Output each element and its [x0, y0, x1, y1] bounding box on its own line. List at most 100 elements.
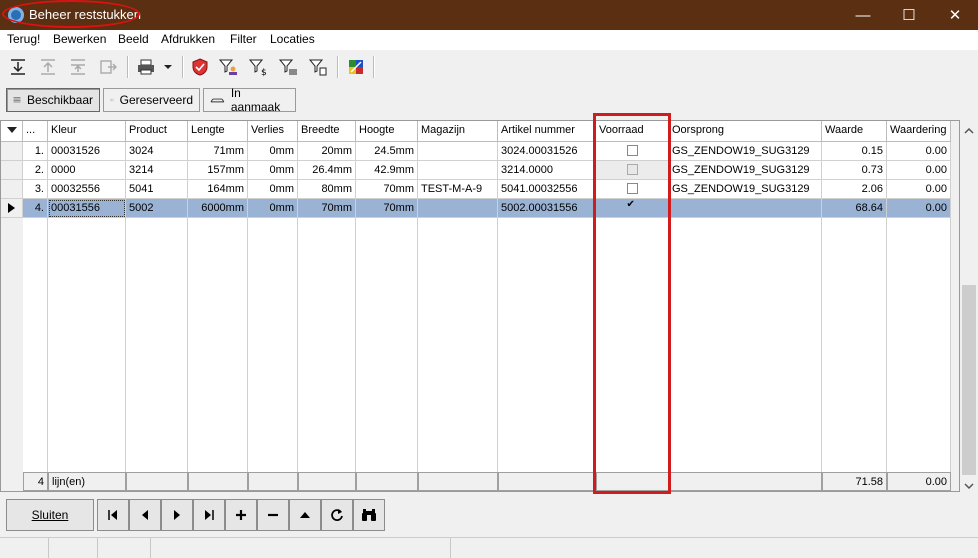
cell-lengte[interactable]: 6000mm — [188, 199, 248, 218]
add-record-icon[interactable] — [225, 499, 257, 531]
scrollbar-thumb[interactable] — [962, 285, 976, 475]
row-indicator[interactable] — [1, 142, 23, 161]
cell-oorsprong[interactable] — [669, 199, 822, 218]
col-header-product[interactable]: Product — [126, 121, 188, 142]
close-window-button[interactable]: ✕ — [932, 0, 978, 30]
cell-artikel-nummer[interactable]: 5041.00032556 — [498, 180, 596, 199]
cell-oorsprong[interactable]: GS_ZENDOW19_SUG3129 — [669, 142, 822, 161]
col-header-lengte[interactable]: Lengte — [188, 121, 248, 142]
next-record-icon[interactable] — [161, 499, 193, 531]
filter-person-icon[interactable] — [216, 55, 240, 79]
cell-artikel-nummer[interactable]: 3214.0000 — [498, 161, 596, 180]
cell-hoogte[interactable]: 70mm — [356, 199, 418, 218]
previous-record-icon[interactable] — [129, 499, 161, 531]
scroll-up-icon[interactable] — [964, 124, 974, 138]
col-header-waardering[interactable]: Waardering — [887, 121, 951, 142]
printer-icon[interactable] — [134, 55, 158, 79]
sort-menu-icon[interactable] — [1, 121, 23, 142]
color-palette-icon[interactable] — [344, 55, 368, 79]
cell-hoogte[interactable]: 42.9mm — [356, 161, 418, 180]
menu-beeld[interactable]: Beeld — [118, 32, 149, 46]
cell-waarde[interactable]: 68.64 — [822, 199, 887, 218]
cell-artikel-nummer[interactable]: 3024.00031526 — [498, 142, 596, 161]
cell-oorsprong[interactable]: GS_ZENDOW19_SUG3129 — [669, 161, 822, 180]
cell-lengte[interactable]: 71mm — [188, 142, 248, 161]
cell-kleur[interactable]: 00031556 — [48, 199, 126, 218]
last-record-icon[interactable] — [193, 499, 225, 531]
col-header-hoogte[interactable]: Hoogte — [356, 121, 418, 142]
insert-down-icon[interactable] — [6, 55, 30, 79]
filter-price-icon[interactable]: $ — [246, 55, 270, 79]
cell-verlies[interactable]: 0mm — [248, 199, 298, 218]
refresh-icon[interactable] — [321, 499, 353, 531]
move-up-icon[interactable] — [36, 55, 60, 79]
menu-afdrukken[interactable]: Afdrukken — [161, 32, 215, 46]
chevron-down-icon[interactable] — [160, 55, 176, 79]
row-indicator[interactable] — [1, 180, 23, 199]
cell-magazijn[interactable] — [418, 142, 498, 161]
cell-waardering[interactable]: 0.00 — [887, 161, 951, 180]
col-header-verlies[interactable]: Verlies — [248, 121, 298, 142]
cell-waarde[interactable]: 0.73 — [822, 161, 887, 180]
cell-product[interactable]: 3024 — [126, 142, 188, 161]
cell-breedte[interactable]: 70mm — [298, 199, 356, 218]
cell-kleur[interactable]: 00032556 — [48, 180, 126, 199]
menu-filter[interactable]: Filter — [230, 32, 257, 46]
cell-verlies[interactable]: 0mm — [248, 142, 298, 161]
cell-lengte[interactable]: 164mm — [188, 180, 248, 199]
cell-verlies[interactable]: 0mm — [248, 180, 298, 199]
data-grid[interactable]: ... Kleur Product Lengte Verlies Breedte… — [0, 120, 960, 492]
cell-verlies[interactable]: 0mm — [248, 161, 298, 180]
cell-artikel-nummer[interactable]: 5002.00031556 — [498, 199, 596, 218]
cell-waardering[interactable]: 0.00 — [887, 199, 951, 218]
filter-document-icon[interactable] — [306, 55, 330, 79]
col-header-breedte[interactable]: Breedte — [298, 121, 356, 142]
status-divider — [450, 538, 451, 558]
col-header-artikel-nummer[interactable]: Artikel nummer — [498, 121, 596, 142]
col-header-magazijn[interactable]: Magazijn — [418, 121, 498, 142]
menu-bewerken[interactable]: Bewerken — [53, 32, 106, 46]
cell-waardering[interactable]: 0.00 — [887, 180, 951, 199]
cell-magazijn[interactable] — [418, 199, 498, 218]
col-header-waarde[interactable]: Waarde — [822, 121, 887, 142]
cell-lengte[interactable]: 157mm — [188, 161, 248, 180]
current-row-arrow-icon[interactable] — [1, 199, 23, 218]
cell-waarde[interactable]: 2.06 — [822, 180, 887, 199]
menu-locaties[interactable]: Locaties — [270, 32, 315, 46]
cell-product[interactable]: 3214 — [126, 161, 188, 180]
edit-record-icon[interactable] — [289, 499, 321, 531]
cell-breedte[interactable]: 26.4mm — [298, 161, 356, 180]
cell-kleur[interactable]: 00031526 — [48, 142, 126, 161]
menu-terug[interactable]: Terug! — [7, 32, 40, 46]
export-icon[interactable] — [96, 55, 120, 79]
cell-hoogte[interactable]: 70mm — [356, 180, 418, 199]
maximize-button[interactable]: ☐ — [886, 0, 932, 30]
tab-beschikbaar[interactable]: Beschikbaar — [6, 88, 100, 112]
cell-magazijn[interactable]: TEST-M-A-9 — [418, 180, 498, 199]
cell-waardering[interactable]: 0.00 — [887, 142, 951, 161]
col-header-kleur[interactable]: Kleur — [48, 121, 126, 142]
cell-breedte[interactable]: 80mm — [298, 180, 356, 199]
cell-oorsprong[interactable]: GS_ZENDOW19_SUG3129 — [669, 180, 822, 199]
tab-gereserveerd[interactable]: Gereserveerd — [103, 88, 200, 112]
first-record-icon[interactable] — [97, 499, 129, 531]
cell-kleur[interactable]: 0000 — [48, 161, 126, 180]
cell-waarde[interactable]: 0.15 — [822, 142, 887, 161]
row-indicator[interactable] — [1, 161, 23, 180]
scroll-down-icon[interactable] — [964, 479, 974, 493]
cell-magazijn[interactable] — [418, 161, 498, 180]
binoculars-icon[interactable] — [353, 499, 385, 531]
cell-breedte[interactable]: 20mm — [298, 142, 356, 161]
cell-product[interactable]: 5041 — [126, 180, 188, 199]
minimize-button[interactable]: — — [840, 0, 886, 30]
sluiten-button[interactable]: Sluiten — [6, 499, 94, 531]
cell-product[interactable]: 5002 — [126, 199, 188, 218]
delete-record-icon[interactable] — [257, 499, 289, 531]
tab-in-aanmaak[interactable]: In aanmaak — [203, 86, 296, 114]
col-header-nr[interactable]: ... — [23, 121, 48, 142]
filter-barcode-icon[interactable] — [276, 55, 300, 79]
cell-hoogte[interactable]: 24.5mm — [356, 142, 418, 161]
move-top-icon[interactable] — [66, 55, 90, 79]
shield-filter-icon[interactable] — [188, 55, 212, 79]
col-header-oorsprong[interactable]: Oorsprong — [669, 121, 822, 142]
